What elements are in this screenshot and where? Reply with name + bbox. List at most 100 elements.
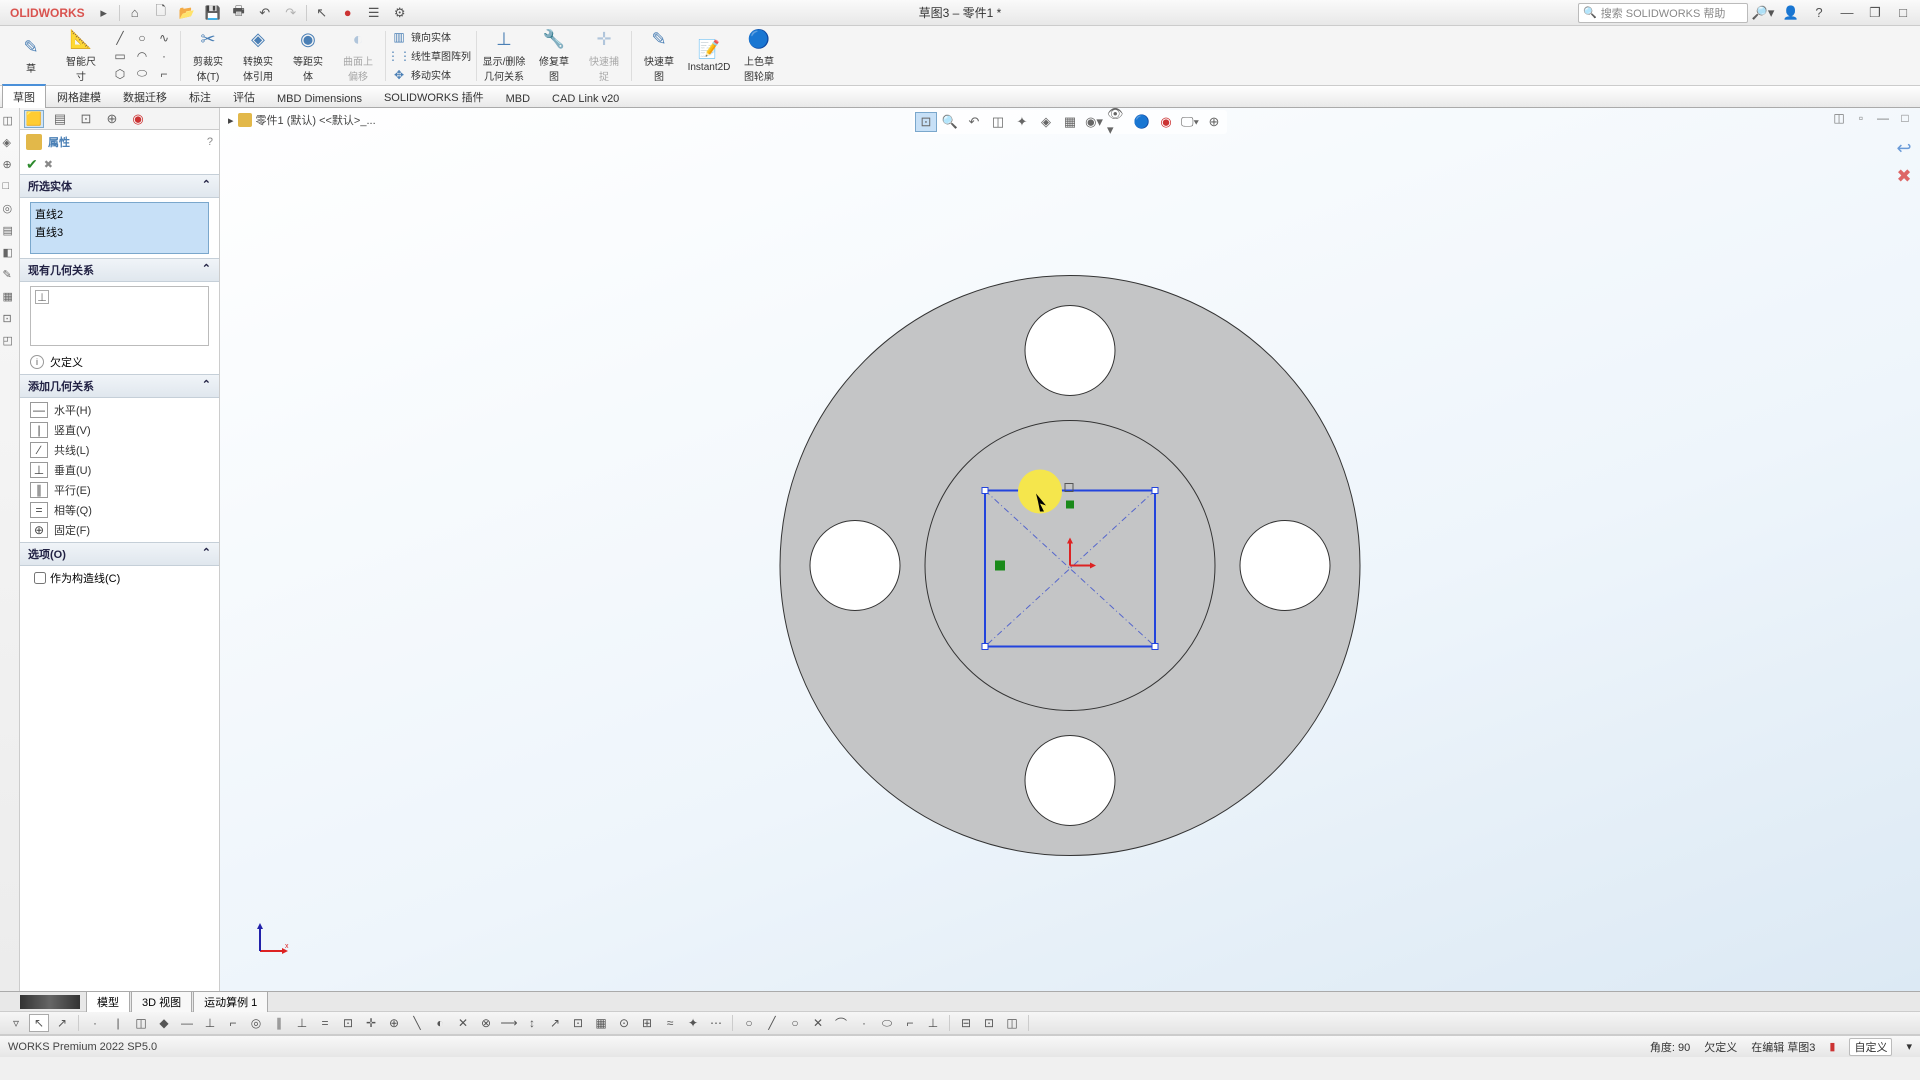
- rel-point-icon[interactable]: ·: [854, 1014, 874, 1032]
- rail-icon[interactable]: ◈: [3, 136, 17, 150]
- quick-filter-icon[interactable]: ↗: [52, 1014, 72, 1032]
- render-icon[interactable]: 🖵▾: [1179, 112, 1201, 132]
- move-entities-button[interactable]: ✥移动实体: [388, 66, 474, 84]
- fix-rel-icon[interactable]: ✛: [361, 1014, 381, 1032]
- display-relations-button[interactable]: ⊥显示/删除 几何关系: [479, 29, 529, 83]
- centerpoint-icon[interactable]: ⊙: [614, 1014, 634, 1032]
- line-tool-icon[interactable]: ╱: [110, 30, 130, 46]
- instant2d-button[interactable]: 📝Instant2D: [684, 29, 734, 83]
- midpoint-rel-icon[interactable]: ⊞: [637, 1014, 657, 1032]
- new-icon[interactable]: 🗋: [149, 3, 173, 23]
- tab-mbd[interactable]: MBD: [495, 89, 541, 108]
- centerline-icon[interactable]: |: [108, 1014, 128, 1032]
- restore-icon[interactable]: ❐: [1863, 3, 1887, 23]
- config-tab-icon[interactable]: ⊡: [76, 110, 96, 128]
- parallel-relation-button[interactable]: ∥平行(E): [30, 480, 209, 500]
- equal-curve-icon[interactable]: ≈: [660, 1014, 680, 1032]
- parallel-rel-icon[interactable]: ∥: [269, 1014, 289, 1032]
- rebuild-icon[interactable]: ●: [336, 3, 360, 23]
- rel-line-icon[interactable]: ╱: [762, 1014, 782, 1032]
- rel-el-icon[interactable]: ⬭: [877, 1014, 897, 1032]
- trim-entities-button[interactable]: ✂剪裁实 体(T): [183, 29, 233, 83]
- help-icon[interactable]: ?: [1807, 3, 1831, 23]
- repair-sketch-button[interactable]: 🔧修复草 图: [529, 29, 579, 83]
- ok-icon[interactable]: ✔: [26, 156, 38, 173]
- search-dropdown-icon[interactable]: 🔎▾: [1751, 3, 1775, 23]
- print-icon[interactable]: 🖶: [227, 3, 251, 23]
- circle-tool-icon[interactable]: ○: [132, 30, 152, 46]
- menu-chevron-icon[interactable]: ▸: [92, 3, 116, 23]
- collinear-rel-icon[interactable]: ╲: [407, 1014, 427, 1032]
- polygon-tool-icon[interactable]: ⬡: [110, 66, 130, 82]
- redo-icon[interactable]: ↷: [279, 3, 303, 23]
- offset-entities-button[interactable]: ◉等距实 体: [283, 29, 333, 83]
- rapid-sketch-button[interactable]: ✎快速草 图: [634, 29, 684, 83]
- perpendicular-relation-button[interactable]: ⊥垂直(U): [30, 460, 209, 480]
- view-orientation-icon[interactable]: ◈: [1035, 112, 1057, 132]
- filter-icon[interactable]: ▿: [6, 1014, 26, 1032]
- midpoint-icon[interactable]: ◫: [131, 1014, 151, 1032]
- maximize-icon[interactable]: □: [1891, 3, 1915, 23]
- ellipse-tool-icon[interactable]: ⬭: [132, 66, 152, 82]
- rail-icon[interactable]: ◫: [3, 114, 17, 128]
- search-input[interactable]: 🔍搜索 SOLIDWORKS 帮助: [1578, 3, 1748, 23]
- expand-icon[interactable]: ▸: [228, 114, 234, 127]
- vertical-rel-icon[interactable]: ⊥: [200, 1014, 220, 1032]
- dim-v-icon[interactable]: ⊡: [979, 1014, 999, 1032]
- motion-study-tab[interactable]: 运动算例 1: [193, 991, 268, 1012]
- rel-angle-icon[interactable]: ⌐: [900, 1014, 920, 1032]
- tab-mbd-dimensions[interactable]: MBD Dimensions: [266, 89, 373, 108]
- tab-addins[interactable]: SOLIDWORKS 插件: [373, 85, 495, 108]
- zoom-fit-icon[interactable]: ⊡: [915, 112, 937, 132]
- rel-x-icon[interactable]: ✕: [808, 1014, 828, 1032]
- construction-icon[interactable]: ⋯: [706, 1014, 726, 1032]
- tab-data-migration[interactable]: 数据迁移: [112, 85, 178, 108]
- dim-h-icon[interactable]: ⊟: [956, 1014, 976, 1032]
- help-small-icon[interactable]: ?: [207, 136, 213, 148]
- coradial-icon[interactable]: ◐: [430, 1014, 450, 1032]
- options-icon[interactable]: ☰: [362, 3, 386, 23]
- smart-dimension-button[interactable]: 📐智能尺 寸: [56, 29, 106, 83]
- options-header[interactable]: 选项(O)⌃: [20, 542, 219, 566]
- breadcrumb[interactable]: ▸ 零件1 (默认) <<默认>_...: [228, 112, 376, 128]
- rail-icon[interactable]: ▤: [3, 224, 17, 238]
- along-y-icon[interactable]: ↕: [522, 1014, 542, 1032]
- vertical-relation-button[interactable]: |竖直(V): [30, 420, 209, 440]
- property-tab-icon[interactable]: ▤: [50, 110, 70, 128]
- pin-icon[interactable]: ✖: [44, 158, 53, 171]
- existing-relations-header[interactable]: 现有几何关系⌃: [20, 258, 219, 282]
- construction-checkbox[interactable]: [34, 572, 46, 584]
- feature-tree-tab-icon[interactable]: 🟨: [24, 110, 44, 128]
- tab-cadlink[interactable]: CAD Link v20: [541, 89, 630, 108]
- along-z-icon[interactable]: ↗: [545, 1014, 565, 1032]
- rail-icon[interactable]: □: [3, 180, 17, 194]
- display-style-icon[interactable]: ▦: [1059, 112, 1081, 132]
- settings-view-icon[interactable]: ⊕: [1203, 112, 1225, 132]
- mirror-entities-button[interactable]: ▥镜向实体: [388, 28, 474, 46]
- quad-icon[interactable]: ✦: [683, 1014, 703, 1032]
- collapse-icon[interactable]: ⌃: [202, 178, 211, 194]
- collapse-icon[interactable]: ⌃: [202, 378, 211, 394]
- viewport-icon[interactable]: □: [1896, 110, 1914, 126]
- select-icon[interactable]: ↖: [310, 3, 334, 23]
- spline-tool-icon[interactable]: ∿: [154, 30, 174, 46]
- point-filter-icon[interactable]: ·: [85, 1014, 105, 1032]
- minimize-icon[interactable]: —: [1835, 3, 1859, 23]
- dimxpert-tab-icon[interactable]: ⊕: [102, 110, 122, 128]
- rail-icon[interactable]: ◧: [3, 246, 17, 260]
- units-dropdown[interactable]: 自定义: [1849, 1038, 1892, 1056]
- status-chevron-icon[interactable]: ▾: [1906, 1040, 1912, 1053]
- convert-entities-button[interactable]: ◈转换实 体引用: [233, 29, 283, 83]
- settings-icon[interactable]: ⚙: [388, 3, 412, 23]
- previous-view-icon[interactable]: ↶: [963, 112, 985, 132]
- home-icon[interactable]: ⌂: [123, 3, 147, 23]
- exit-sketch-button[interactable]: ✎草: [6, 29, 56, 83]
- list-item[interactable]: 直线2: [33, 205, 206, 223]
- rel-circle-icon[interactable]: ○: [785, 1014, 805, 1032]
- section-view-icon[interactable]: ◫: [987, 112, 1009, 132]
- appearance-icon[interactable]: 🔵: [1131, 112, 1153, 132]
- concentric-icon[interactable]: ◎: [246, 1014, 266, 1032]
- existing-relations-list[interactable]: ⊥: [30, 286, 209, 346]
- merge-icon[interactable]: ⊕: [384, 1014, 404, 1032]
- fix-relation-button[interactable]: ⊕固定(F): [30, 520, 209, 540]
